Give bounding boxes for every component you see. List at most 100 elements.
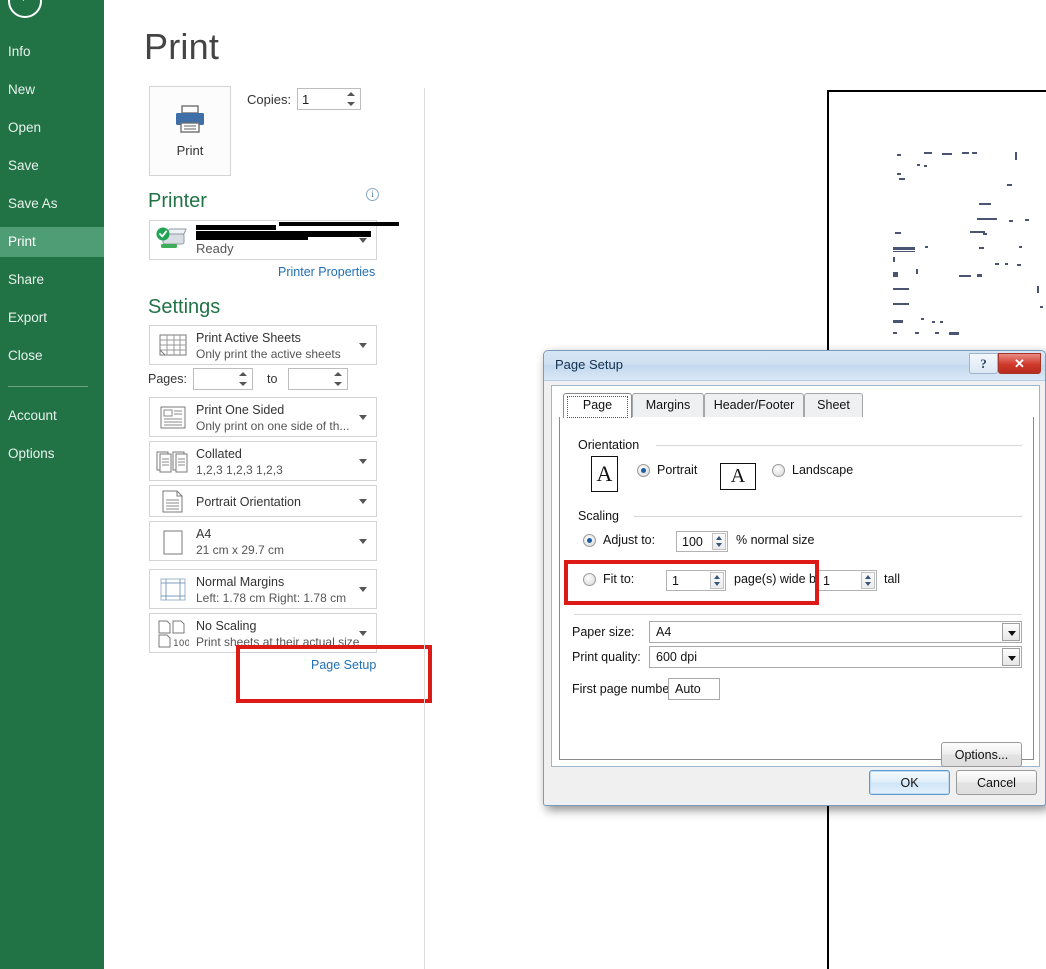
- spinner-down-icon[interactable]: [716, 543, 722, 547]
- spinner-up-icon[interactable]: [334, 372, 342, 376]
- orientation-group-line: [656, 445, 1022, 446]
- spinner-down-icon[interactable]: [347, 102, 355, 106]
- tab-margins[interactable]: Margins: [632, 393, 704, 417]
- scaling-group-label: Scaling: [574, 509, 623, 523]
- orientation-select[interactable]: Portrait Orientation: [149, 485, 377, 517]
- chevron-down-icon[interactable]: [359, 459, 367, 464]
- spinner-down-icon[interactable]: [714, 582, 720, 586]
- first-page-number-input[interactable]: Auto: [668, 678, 720, 700]
- adjust-to-spinner[interactable]: [712, 533, 726, 550]
- spinner-up-icon[interactable]: [865, 575, 871, 579]
- sidebar-item-label: Info: [8, 44, 31, 59]
- portrait-radio[interactable]: [637, 464, 650, 477]
- chevron-down-icon[interactable]: [359, 343, 367, 348]
- help-icon[interactable]: ?: [969, 353, 998, 374]
- printer-device-icon: [156, 227, 187, 248]
- info-icon[interactable]: i: [366, 188, 379, 201]
- sidebar-item-export[interactable]: Export: [0, 303, 104, 333]
- chevron-down-icon[interactable]: [1002, 648, 1020, 666]
- collation-select[interactable]: Collated 1,2,3 1,2,3 1,2,3: [149, 441, 377, 481]
- sidebar-item-account[interactable]: Account: [0, 401, 104, 431]
- tab-header-footer[interactable]: Header/Footer: [704, 393, 804, 417]
- spinner-down-icon[interactable]: [334, 382, 342, 386]
- print-button[interactable]: Print: [149, 86, 231, 176]
- chevron-down-icon[interactable]: [359, 415, 367, 420]
- pages-from-spinner[interactable]: [236, 370, 251, 388]
- spinner-up-icon[interactable]: [347, 92, 355, 96]
- pages-from-input[interactable]: [194, 369, 236, 389]
- scaling-group-bottom-line: [574, 614, 1022, 615]
- spinner-up-icon[interactable]: [714, 575, 720, 579]
- landscape-radio[interactable]: [772, 464, 785, 477]
- sidebar-item-close[interactable]: Close: [0, 341, 104, 371]
- pages-from-stepper[interactable]: [193, 368, 253, 390]
- spinner-up-icon[interactable]: [239, 372, 247, 376]
- sidebar-item-save-as[interactable]: Save As: [0, 189, 104, 219]
- fit-to-radio[interactable]: [583, 573, 596, 586]
- tab-page[interactable]: Page: [563, 393, 632, 418]
- back-arrow-icon[interactable]: [8, 0, 42, 18]
- pages-to-input[interactable]: [289, 369, 331, 389]
- sidebar-item-options[interactable]: Options: [0, 439, 104, 469]
- fit-tall-stepper[interactable]: [817, 570, 877, 591]
- sidebar-item-print[interactable]: Print: [0, 227, 104, 257]
- pages-to-stepper[interactable]: [288, 368, 348, 390]
- sidebar-item-share[interactable]: Share: [0, 265, 104, 295]
- print-quality-value: 600 dpi: [656, 650, 698, 664]
- close-icon[interactable]: ✕: [998, 353, 1041, 374]
- cancel-button[interactable]: Cancel: [956, 770, 1037, 795]
- printer-name-redaction: [279, 222, 399, 226]
- paper-size-dropdown[interactable]: A4: [649, 621, 1022, 643]
- options-button[interactable]: Options...: [941, 742, 1022, 767]
- landscape-preview-icon: A: [720, 463, 756, 490]
- page-title: Print: [144, 26, 220, 67]
- print-quality-dropdown[interactable]: 600 dpi: [649, 646, 1022, 668]
- copies-input[interactable]: [298, 89, 344, 109]
- portrait-icon: [162, 490, 183, 513]
- chevron-down-icon[interactable]: [359, 587, 367, 592]
- fit-tall-spinner[interactable]: [861, 572, 875, 589]
- adjust-to-stepper[interactable]: [676, 531, 728, 552]
- portrait-preview-icon: A: [591, 456, 618, 492]
- sidebar-item-open[interactable]: Open: [0, 113, 104, 143]
- fit-wide-stepper[interactable]: [666, 570, 726, 591]
- adjust-to-label[interactable]: Adjust to:: [603, 533, 655, 547]
- dialog-titlebar[interactable]: Page Setup ? ✕: [544, 351, 1045, 381]
- fit-wide-input[interactable]: [667, 571, 709, 590]
- printer-select[interactable]: Ready: [149, 220, 399, 260]
- copies-spinner[interactable]: [344, 90, 359, 108]
- adjust-to-input[interactable]: [677, 532, 711, 551]
- pages-to-label: to: [267, 372, 278, 386]
- copies-stepper[interactable]: [297, 88, 361, 110]
- printer-properties-link[interactable]: Printer Properties: [278, 265, 375, 279]
- spinner-down-icon[interactable]: [239, 382, 247, 386]
- chevron-down-icon[interactable]: [359, 499, 367, 504]
- chevron-down-icon[interactable]: [1002, 623, 1020, 641]
- fit-to-label[interactable]: Fit to:: [603, 572, 634, 586]
- tab-sheet[interactable]: Sheet: [804, 393, 863, 417]
- sidebar-item-save[interactable]: Save: [0, 151, 104, 181]
- fit-tall-input[interactable]: [818, 571, 860, 590]
- adjust-to-radio[interactable]: [583, 534, 596, 547]
- chevron-down-icon[interactable]: [359, 238, 367, 243]
- first-page-number-label: First page number:: [572, 682, 677, 696]
- chevron-down-icon[interactable]: [359, 631, 367, 636]
- landscape-radio-label[interactable]: Landscape: [792, 463, 853, 477]
- print-what-select[interactable]: Print Active Sheets Only print the activ…: [149, 325, 377, 365]
- portrait-radio-label[interactable]: Portrait: [657, 463, 697, 477]
- ok-button[interactable]: OK: [869, 770, 950, 795]
- margins-select[interactable]: Normal Margins Left: 1.78 cm Right: 1.78…: [149, 569, 377, 609]
- sidebar-item-label: New: [8, 82, 36, 97]
- sidebar-item-new[interactable]: New: [0, 75, 104, 105]
- spinner-down-icon[interactable]: [865, 582, 871, 586]
- sidebar-item-info[interactable]: Info: [0, 37, 104, 67]
- printer-heading: Printer: [148, 190, 207, 212]
- print-sides-select[interactable]: Print One Sided Only print on one side o…: [149, 397, 377, 437]
- spinner-up-icon[interactable]: [716, 536, 722, 540]
- chevron-down-icon[interactable]: [359, 539, 367, 544]
- paper-size-select[interactable]: A4 21 cm x 29.7 cm: [149, 521, 377, 561]
- pages-to-spinner[interactable]: [331, 370, 346, 388]
- page-setup-link[interactable]: Page Setup: [311, 658, 376, 672]
- fit-wide-spinner[interactable]: [710, 572, 724, 589]
- setting-subtitle: 1,2,3 1,2,3 1,2,3: [196, 463, 283, 477]
